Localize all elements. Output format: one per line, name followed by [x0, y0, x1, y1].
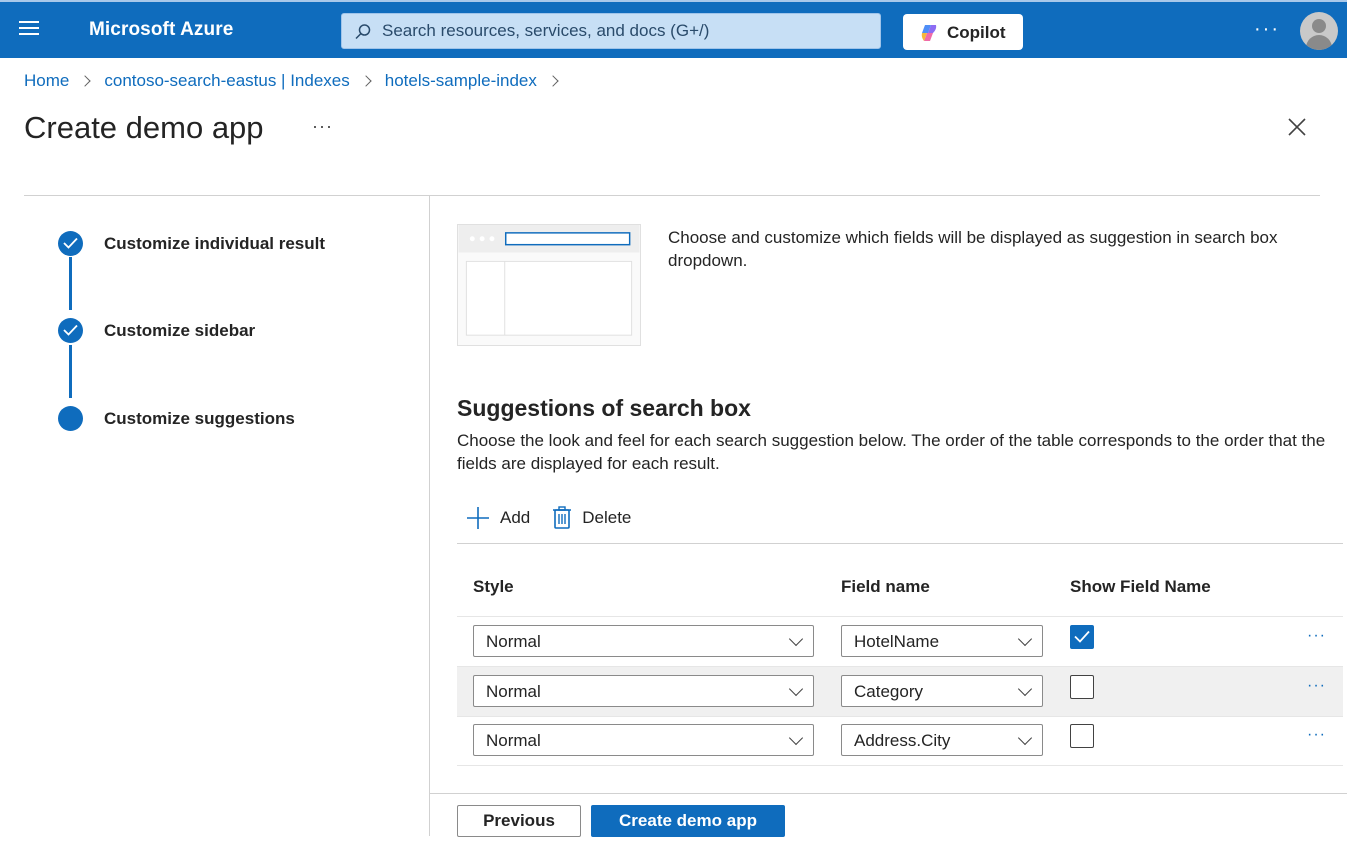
column-header-style: Style [473, 577, 514, 596]
breadcrumb-home[interactable]: Home [24, 71, 69, 91]
style-dropdown[interactable]: Normal [473, 675, 814, 707]
add-label: Add [500, 508, 531, 527]
style-value: Normal [486, 682, 541, 701]
add-button[interactable]: Add [466, 506, 530, 530]
close-icon[interactable] [1286, 116, 1308, 138]
step-complete-icon [58, 231, 83, 256]
field-name-dropdown[interactable]: HotelName [841, 625, 1043, 657]
step-description: Choose and customize which fields will b… [668, 228, 1278, 270]
column-header-field-name: Field name [841, 577, 930, 596]
header-divider [24, 195, 1320, 196]
delete-label: Delete [582, 508, 632, 527]
copilot-button[interactable]: Copilot [903, 14, 1023, 50]
create-demo-app-button[interactable]: Create demo app [591, 805, 785, 837]
search-layout-illustration [457, 224, 641, 346]
style-value: Normal [486, 632, 541, 651]
step-connector [69, 345, 72, 398]
field-name-value: Address.City [854, 731, 951, 750]
chevron-down-icon [788, 730, 804, 746]
field-name-dropdown[interactable]: Address.City [841, 724, 1043, 756]
delete-button[interactable]: Delete [552, 506, 631, 530]
table-toolbar: Add Delete [466, 506, 653, 530]
top-bar: Microsoft Azure Copilot ··· [0, 0, 1347, 58]
section-title: Suggestions of search box [457, 395, 751, 421]
chevron-down-icon [788, 631, 804, 647]
row-more-icon[interactable]: ··· [1307, 627, 1326, 645]
chevron-down-icon [1017, 631, 1033, 647]
trash-icon [553, 506, 572, 529]
style-dropdown[interactable]: Normal [473, 724, 814, 756]
more-options-icon[interactable]: ··· [1254, 18, 1280, 41]
footer-divider [430, 793, 1347, 794]
avatar-head [1312, 19, 1326, 33]
step-connector [69, 257, 72, 310]
show-field-name-checkbox[interactable] [1070, 724, 1094, 748]
column-header-show-field-name: Show Field Name [1070, 577, 1211, 596]
row-more-icon[interactable]: ··· [1307, 726, 1326, 744]
chevron-right-icon [360, 75, 372, 87]
toolbar-divider [457, 543, 1343, 544]
style-dropdown[interactable]: Normal [473, 625, 814, 657]
step-label: Customize suggestions [104, 409, 295, 428]
hamburger-menu-icon[interactable] [19, 21, 41, 39]
avatar-body [1306, 35, 1332, 50]
chevron-down-icon [788, 681, 804, 697]
breadcrumb-indexes[interactable]: contoso-search-eastus | Indexes [104, 71, 349, 91]
section-description: Choose the look and feel for each search… [457, 431, 1326, 473]
add-icon [467, 507, 489, 529]
global-search[interactable] [341, 13, 881, 49]
field-name-value: Category [854, 682, 923, 701]
table-row: Normal HotelName ··· [457, 617, 1343, 667]
copilot-icon [921, 25, 937, 41]
breadcrumb-index[interactable]: hotels-sample-index [385, 71, 537, 91]
row-more-icon[interactable]: ··· [1307, 677, 1326, 695]
step-label: Customize sidebar [104, 321, 256, 340]
step-label: Customize individual result [104, 234, 326, 253]
chevron-right-icon [79, 75, 92, 87]
search-input[interactable] [382, 14, 862, 48]
checkmark-icon [1074, 630, 1090, 643]
panel-divider [429, 196, 430, 836]
table-row: Normal Category ··· [457, 667, 1343, 717]
step-complete-icon [58, 318, 83, 343]
step-current-icon [58, 406, 83, 431]
chevron-right-icon [547, 75, 559, 87]
previous-button[interactable]: Previous [457, 805, 581, 837]
field-name-dropdown[interactable]: Category [841, 675, 1043, 707]
chevron-down-icon [1017, 730, 1033, 746]
page-more-icon[interactable]: ··· [312, 116, 333, 137]
brand-title[interactable]: Microsoft Azure [89, 19, 233, 41]
page-title: Create demo app [24, 110, 264, 145]
copilot-label: Copilot [947, 23, 1006, 42]
table-row: Normal Address.City ··· [457, 716, 1343, 766]
style-value: Normal [486, 731, 541, 750]
search-icon [355, 24, 371, 40]
chevron-down-icon [1017, 681, 1033, 697]
breadcrumb: Home contoso-search-eastus | Indexes hot… [24, 71, 572, 91]
show-field-name-checkbox[interactable] [1070, 675, 1094, 699]
avatar[interactable] [1300, 12, 1338, 50]
show-field-name-checkbox[interactable] [1070, 625, 1094, 649]
field-name-value: HotelName [854, 632, 940, 651]
